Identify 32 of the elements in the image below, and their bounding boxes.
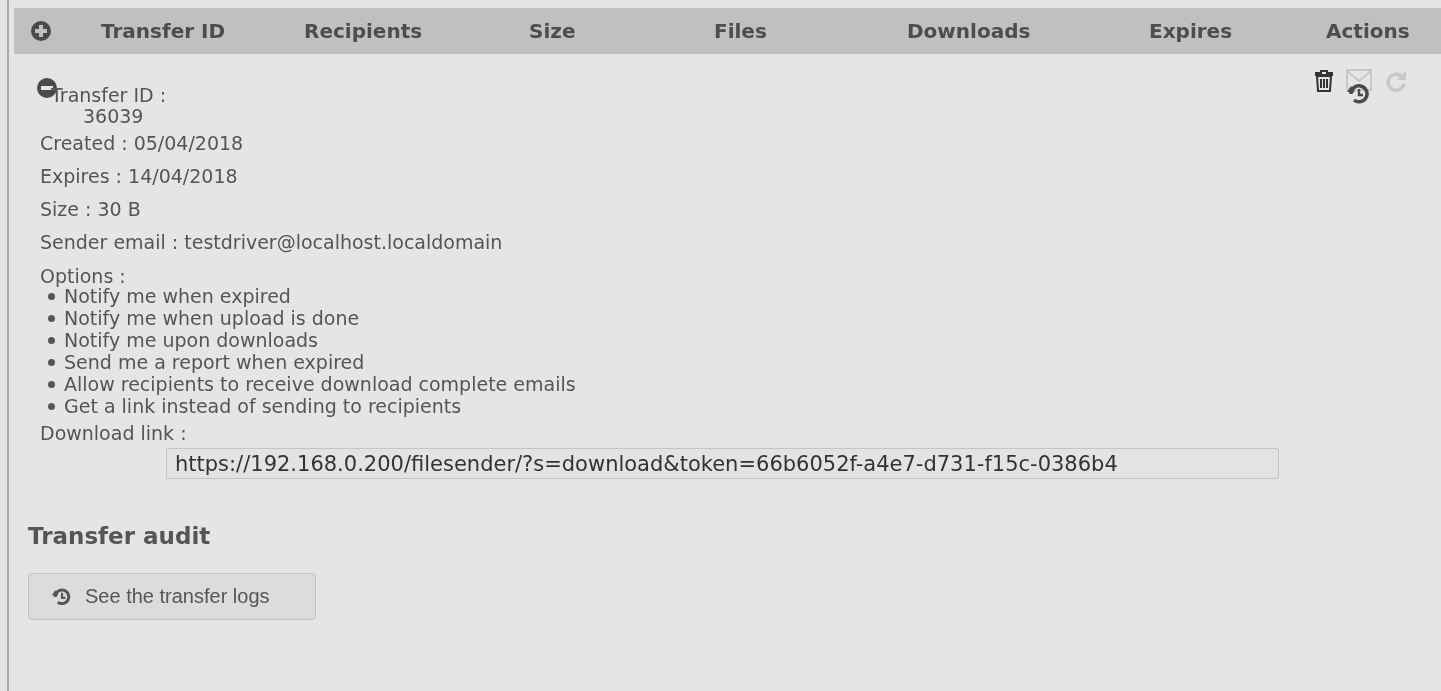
download-link-label: Download link : [39,421,187,446]
transfer-id-value: 36039 [82,106,145,127]
bullet-icon [48,402,55,410]
option-item: Notify me when upload is done [64,307,360,329]
detail-field: Sender email : testdriver@localhost.localdomain [36,226,503,259]
bullet-icon [48,336,55,344]
transfer-logs-button[interactable]: See the transfer logs [28,573,316,620]
column-header[interactable]: Actions [1326,19,1441,43]
option-item: Send me a report when expired [64,351,365,373]
option-item: Notify me when expired [64,285,291,307]
bullet-icon [48,292,55,300]
column-header[interactable]: Transfer ID [101,19,304,43]
trash-icon[interactable] [1314,69,1334,93]
column-header[interactable]: Files [714,19,907,43]
transfer-id-label: Transfer ID : [51,85,167,106]
detail-field: Size : 30 B [36,193,141,226]
expand-all-icon[interactable] [30,20,52,42]
download-link-field[interactable]: https://192.168.0.200/filesender/?s=download&token=66b6052f-a4e7-d731-f15c-0386b4 [166,448,1279,479]
column-header[interactable]: Downloads [907,19,1149,43]
option-item: Allow recipients to receive download complete emails [64,373,576,395]
options-label: Options : [39,265,126,287]
bullet-icon [48,358,55,366]
bullet-icon [48,314,55,322]
section-heading: Transfer audit [28,523,211,549]
detail-field: Created : 05/04/2018 [36,127,244,160]
column-header[interactable]: Recipients [304,19,529,43]
detail-field: Expires : 14/04/2018 [36,160,238,193]
option-item: Notify me upon downloads [64,329,319,351]
bullet-icon [48,380,55,388]
column-header[interactable]: Size [529,19,714,43]
option-item: Get a link instead of sending to recipients [64,395,462,417]
column-header[interactable]: Expires [1149,19,1326,43]
